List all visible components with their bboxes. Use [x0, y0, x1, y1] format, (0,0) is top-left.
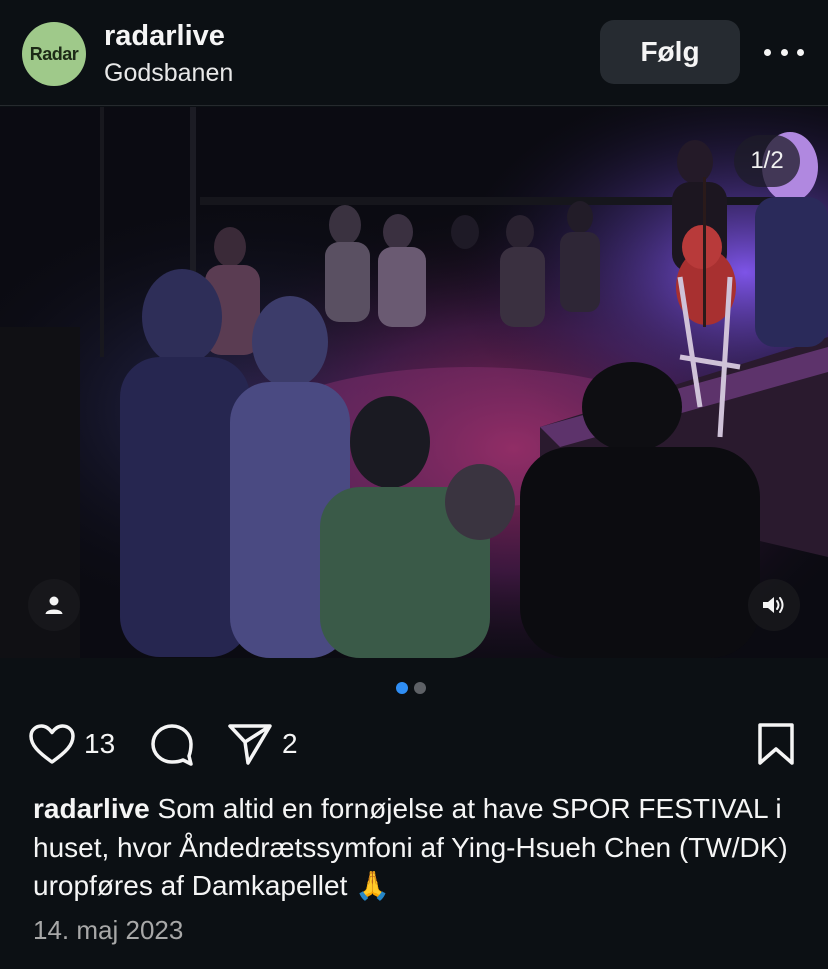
- more-horizontal-icon[interactable]: [764, 40, 804, 64]
- sound-toggle-button[interactable]: [748, 579, 800, 631]
- speaker-icon: [763, 597, 784, 613]
- username[interactable]: radarlive: [104, 20, 225, 53]
- follow-button[interactable]: Følg: [600, 20, 740, 84]
- send-icon: [228, 724, 272, 765]
- comment-button[interactable]: [148, 716, 196, 772]
- heart-icon: [29, 724, 75, 764]
- carousel-dot: [414, 682, 426, 694]
- post-date: 14. maj 2023: [33, 915, 184, 945]
- action-bar: 13 2: [0, 716, 828, 772]
- post-media[interactable]: 1/2: [0, 107, 828, 658]
- slide-counter: 1/2: [734, 135, 800, 187]
- like-button[interactable]: 13: [28, 716, 115, 772]
- user-tag-button[interactable]: [28, 579, 80, 631]
- share-count: 2: [282, 728, 298, 759]
- carousel-indicator: [396, 682, 426, 694]
- avatar[interactable]: Radar: [22, 22, 86, 86]
- carousel-dot-active: [396, 682, 408, 694]
- post-caption: radarlive Som altid en fornøjelse at hav…: [33, 790, 803, 906]
- caption-username[interactable]: radarlive: [33, 793, 150, 824]
- like-count: 13: [84, 728, 116, 759]
- user-icon: [45, 596, 63, 614]
- bookmark-button[interactable]: [756, 722, 796, 771]
- location-link[interactable]: Godsbanen: [104, 59, 233, 88]
- bookmark-icon: [758, 723, 794, 765]
- post-header: Radar radarlive Godsbanen Følg: [0, 0, 828, 106]
- comment-icon: [151, 724, 193, 766]
- concert-photo: [0, 107, 828, 658]
- share-button[interactable]: 2: [226, 716, 298, 772]
